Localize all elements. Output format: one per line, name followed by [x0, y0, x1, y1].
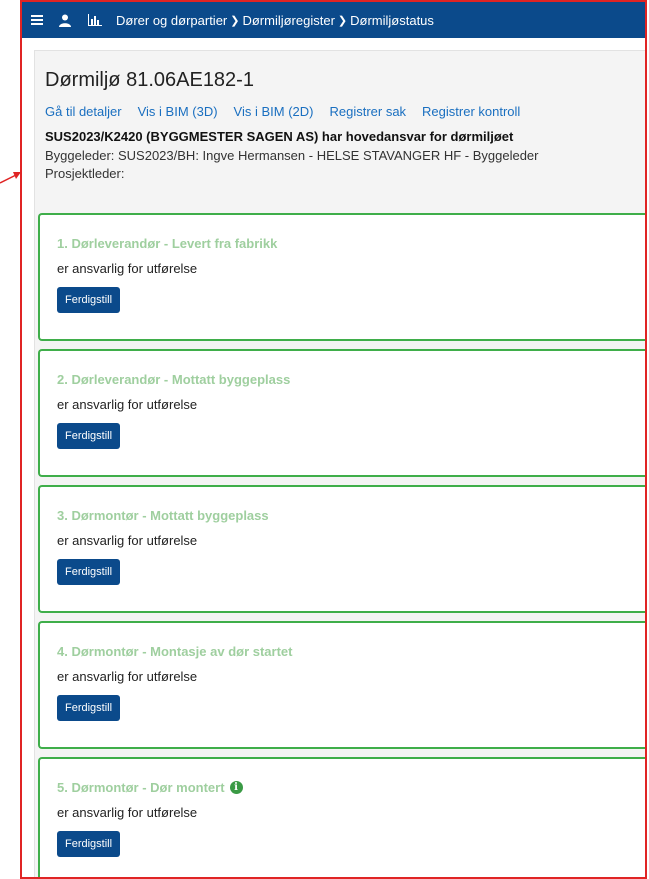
bar-chart-icon[interactable] [84, 2, 106, 38]
step-title-text: 5. Dørmontør - Dør montert [57, 780, 225, 795]
complete-step-1-button[interactable]: Ferdigstill [57, 287, 121, 313]
view-bim-2d-link[interactable]: Vis i BIM (2D) [234, 104, 314, 119]
status-step-4: 4. Dørmontør - Montasje av dør startet e… [38, 621, 645, 749]
page-title: Dørmiljø 81.06AE182-1 [45, 69, 254, 91]
step-responsibility: er ansvarlig for utførelse [57, 533, 198, 548]
step-title-text: 4. Dørmontør - Montasje av dør startet [57, 644, 293, 659]
step-responsibility: er ansvarlig for utførelse [57, 397, 198, 412]
step-title: 4. Dørmontør - Montasje av dør startet [57, 644, 645, 659]
breadcrumb-item-status: Dørmiljøstatus [350, 12, 434, 28]
step-title-text: 1. Dørleverandør - Levert fra fabrikk [57, 236, 278, 251]
person-icon[interactable] [54, 2, 76, 38]
status-step-2: 2. Dørleverandør - Mottatt byggeplass er… [38, 349, 645, 477]
status-step-5: 5. Dørmontør - Dør montert i er ansvarli… [38, 757, 645, 877]
breadcrumb-item-register[interactable]: Dørmiljøregister [242, 13, 334, 28]
chevron-right-icon: ❯ [230, 14, 240, 27]
step-responsibility: er ansvarlig for utførelse [57, 261, 198, 276]
breadcrumb-item-doors[interactable]: Dører og dørpartier [116, 13, 227, 28]
screenshot-frame: Dører og dørpartier ❯ Dørmiljøregister ❯… [20, 0, 647, 879]
status-step-3: 3. Dørmontør - Mottatt byggeplass er ans… [38, 485, 645, 613]
step-title: 3. Dørmontør - Mottatt byggeplass [57, 508, 645, 523]
step-title: 5. Dørmontør - Dør montert i [57, 780, 645, 795]
complete-step-3-button[interactable]: Ferdigstill [57, 559, 121, 585]
top-navigation-bar: Dører og dørpartier ❯ Dørmiljøregister ❯… [22, 2, 645, 38]
register-case-link[interactable]: Registrer sak [329, 104, 406, 119]
step-title: 1. Dørleverandør - Levert fra fabrikk [57, 236, 645, 251]
step-title-text: 2. Dørleverandør - Mottatt byggeplass [57, 372, 291, 387]
complete-step-4-button[interactable]: Ferdigstill [57, 695, 121, 721]
menu-icon[interactable] [26, 2, 48, 38]
status-step-1: 1. Dørleverandør - Levert fra fabrikk er… [38, 213, 645, 341]
main-content: Dørmiljø 81.06AE182-1 Gå til detaljer Vi… [34, 50, 645, 877]
chevron-right-icon: ❯ [337, 14, 348, 27]
complete-step-2-button[interactable]: Ferdigstill [57, 423, 121, 449]
action-links: Gå til detaljer Vis i BIM (3D) Vis i BIM… [45, 104, 645, 119]
step-title-text: 3. Dørmontør - Mottatt byggeplass [57, 508, 269, 523]
step-title: 2. Dørleverandør - Mottatt byggeplass [57, 372, 645, 387]
info-icon[interactable]: i [229, 781, 243, 794]
status-steps: 1. Dørleverandør - Levert fra fabrikk er… [38, 213, 645, 877]
go-to-details-link[interactable]: Gå til detaljer [45, 104, 122, 119]
main-responsible-text: SUS2023/K2420 (BYGGMESTER SAGEN AS) har … [45, 129, 514, 144]
project-manager-text: Prosjektleder: [45, 166, 125, 181]
view-bim-3d-link[interactable]: Vis i BIM (3D) [138, 104, 218, 119]
register-control-link[interactable]: Registrer kontroll [422, 104, 520, 119]
complete-step-5-button[interactable]: Ferdigstill [57, 831, 121, 857]
breadcrumb: Dører og dørpartier ❯ Dørmiljøregister ❯… [116, 13, 434, 28]
step-responsibility: er ansvarlig for utførelse [57, 669, 198, 684]
site-manager-text: Byggeleder: SUS2023/BH: Ingve Hermansen … [45, 148, 539, 163]
step-responsibility: er ansvarlig for utførelse [57, 805, 198, 820]
